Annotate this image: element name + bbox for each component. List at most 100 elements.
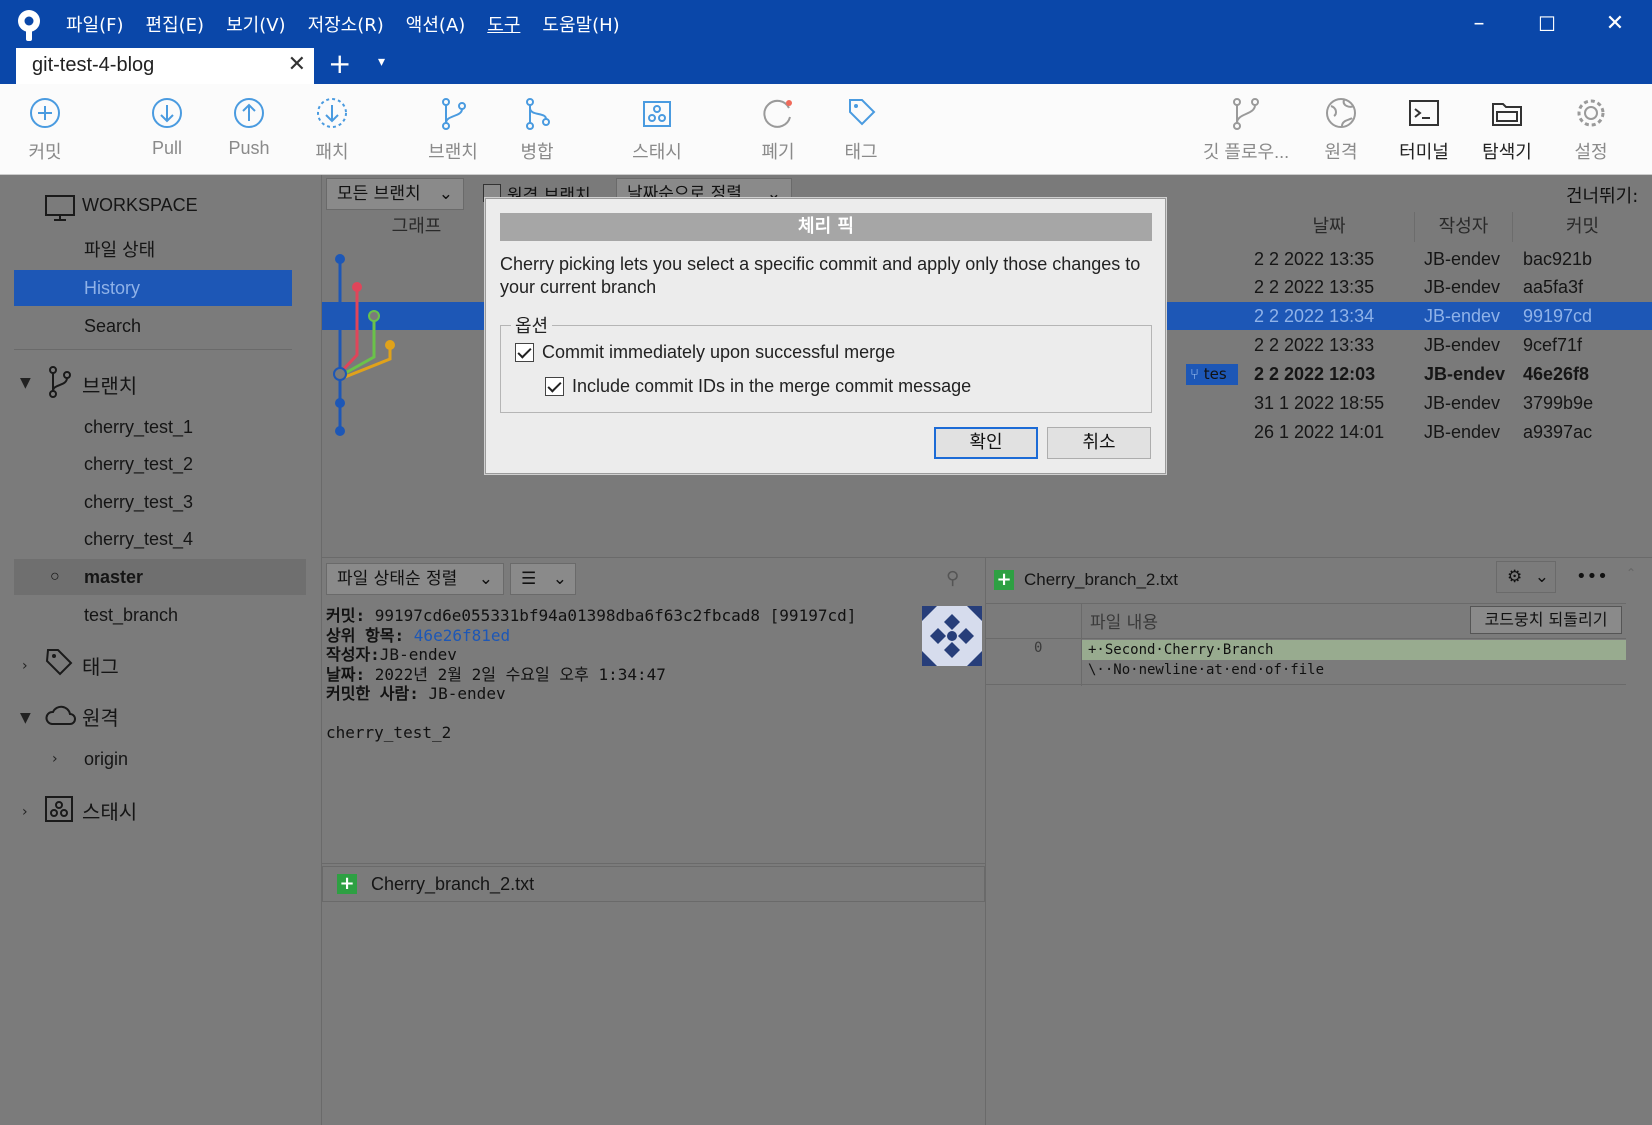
parent-link[interactable]: 46e26f81ed <box>414 626 510 645</box>
push-arrow-up-icon <box>234 98 264 128</box>
terminal-label: 터미널 <box>1399 142 1449 162</box>
commit-node <box>335 426 345 436</box>
commit-hash: aa5fa3f <box>1523 277 1584 297</box>
menu-repository[interactable]: 저장소(R) <box>308 11 384 37</box>
branches-header[interactable]: 브랜치 <box>82 370 137 399</box>
include-commit-ids-checkbox[interactable]: Include commit IDs in the merge commit m… <box>545 376 971 397</box>
hunk: 파일 내용 코드뭉치 되돌리기 0 +·Second·Cherry·Branch… <box>986 603 1626 686</box>
branch-filter-dropdown[interactable]: 모든 브랜치 ⌄ <box>326 178 464 210</box>
diff-added-line: +·Second·Cherry·Branch <box>1082 640 1626 660</box>
sidebar-item-search[interactable]: Search <box>14 308 292 344</box>
branch-item[interactable]: cherry_test_4 <box>14 521 292 557</box>
branch-badge-label: tes <box>1203 365 1227 383</box>
menu-file[interactable]: 파일(F) <box>66 11 124 37</box>
settings-button[interactable]: 설정 <box>1546 94 1636 164</box>
author-avatar <box>922 606 982 666</box>
sidebar-item-history[interactable]: History <box>14 270 292 306</box>
tags-header[interactable]: 태그 <box>82 651 119 680</box>
hunk-header: 파일 내용 <box>1090 613 1158 633</box>
new-tab-button[interactable]: + <box>328 48 351 80</box>
diff-no-newline-line: \··No·newline·at·end·of·file <box>1088 662 1325 678</box>
cherry-pick-dialog: 체리 픽 Cherry picking lets you select a sp… <box>485 198 1166 474</box>
gitflow-button[interactable]: 깃 플로우... <box>1200 94 1292 164</box>
sidebar-item-file-status[interactable]: 파일 상태 <box>14 232 292 268</box>
tags-expand-chevron-icon[interactable]: › <box>22 658 28 674</box>
branch-icon: ⑂ <box>1190 365 1204 383</box>
tag-button[interactable]: 태그 <box>816 94 906 164</box>
branch-item-current[interactable]: ○ master <box>14 559 306 595</box>
dialog-title: 체리 픽 <box>500 213 1152 241</box>
commit-button[interactable]: 커밋 <box>0 94 90 164</box>
branch-item[interactable]: cherry_test_3 <box>14 484 292 520</box>
committer-line: 커밋한 사람: JB-endev <box>326 684 886 704</box>
menu-edit[interactable]: 편집(E) <box>146 11 205 37</box>
changed-file-row[interactable]: + Cherry_branch_2.txt <box>322 866 985 902</box>
push-button[interactable]: Push <box>204 94 294 159</box>
commit-author: JB-endev <box>1424 393 1501 413</box>
remote-button[interactable]: 원격 <box>1296 94 1386 164</box>
globe-icon <box>1326 98 1356 128</box>
stash-icon <box>643 101 671 127</box>
committer-label: 커밋한 사람: <box>326 684 419 703</box>
stash-header[interactable]: 스태시 <box>82 796 137 825</box>
search-icon[interactable]: ⚲ <box>946 568 959 589</box>
tab-close-icon[interactable]: ✕ <box>288 52 306 77</box>
commit-message: cherry_test_2 <box>326 722 452 742</box>
commit-plus-icon <box>30 98 60 128</box>
remote-item-origin[interactable]: origin <box>14 741 292 777</box>
discard-label: 폐기 <box>761 142 795 162</box>
cancel-button[interactable]: 취소 <box>1047 427 1151 459</box>
column-author[interactable]: 작성자 <box>1415 212 1513 242</box>
pull-button[interactable]: Pull <box>122 94 212 159</box>
branch-item[interactable]: test_branch <box>14 597 292 633</box>
remotes-expand-chevron-icon[interactable]: ▼ <box>20 710 31 726</box>
stash-expand-chevron-icon[interactable]: › <box>22 804 28 820</box>
commit-hash: 9cef71f <box>1523 335 1583 355</box>
view-mode-dropdown[interactable]: ☰ ⌄ <box>510 563 576 595</box>
branch-item[interactable]: cherry_test_2 <box>14 446 292 482</box>
menu-help[interactable]: 도움말(H) <box>542 11 619 37</box>
menu-actions[interactable]: 액션(A) <box>406 11 465 37</box>
stash-button[interactable]: 스태시 <box>612 94 702 164</box>
commit-hash: 46e26f8 <box>1523 364 1590 384</box>
repository-tab[interactable]: git-test-4-blog ✕ <box>16 48 314 84</box>
menu-tools[interactable]: 도구 <box>487 11 520 37</box>
added-file-icon: + <box>994 570 1014 590</box>
commit-hash-value: 99197cd6e055331bf94a01398dba6f63c2fbcad8… <box>374 606 857 625</box>
title-bar: 파일(F) 편집(E) 보기(V) 저장소(R) 액션(A) 도구 도움말(H)… <box>0 0 1652 84</box>
commit-immediately-label: Commit immediately upon successful merge <box>542 342 896 362</box>
gear-icon <box>1577 99 1605 127</box>
ok-button[interactable]: 확인 <box>934 427 1038 459</box>
terminal-button[interactable]: 터미널 <box>1379 94 1469 164</box>
explorer-button[interactable]: 탐색기 <box>1462 94 1552 164</box>
diff-options-dropdown[interactable]: ⚙ ⌄ <box>1496 561 1556 593</box>
column-commit[interactable]: 커밋 <box>1513 212 1652 242</box>
remotes-header[interactable]: 원격 <box>82 702 119 731</box>
tab-menu-chevron-icon[interactable]: ▾ <box>378 54 385 70</box>
sourcetree-logo-icon <box>18 10 40 41</box>
revert-hunk-button[interactable]: 코드뭉치 되돌리기 <box>1470 606 1622 634</box>
patch-button[interactable]: 패치 <box>287 94 377 164</box>
file-sort-dropdown[interactable]: 파일 상태순 정렬 ⌄ <box>326 563 504 595</box>
commit-label: 커밋 <box>28 142 62 162</box>
branches-expand-chevron-icon[interactable]: ▼ <box>20 375 31 391</box>
branch-item[interactable]: cherry_test_1 <box>14 409 292 445</box>
menu-view[interactable]: 보기(V) <box>226 11 285 37</box>
scroll-up-icon[interactable]: ⌃ <box>1626 566 1636 580</box>
close-window-button[interactable]: ✕ <box>1598 10 1632 38</box>
branch-button[interactable]: 브랜치 <box>408 94 498 164</box>
commit-immediately-checkbox[interactable]: Commit immediately upon successful merge <box>515 342 895 363</box>
more-options-icon[interactable]: ••• <box>1576 566 1608 587</box>
author-line: 작성자:JB-endev <box>326 645 886 665</box>
committer-value: JB-endev <box>428 684 506 703</box>
maximize-button[interactable]: ☐ <box>1530 10 1564 38</box>
column-date[interactable]: 날짜 <box>1244 212 1415 242</box>
settings-label: 설정 <box>1574 142 1608 162</box>
commit-date: 2 2 2022 13:35 <box>1254 277 1375 297</box>
merge-button[interactable]: 병합 <box>492 94 582 164</box>
column-graph[interactable]: 그래프 <box>322 212 512 242</box>
branch-badge: ⑂ tes <box>1186 364 1238 385</box>
minimize-button[interactable]: – <box>1462 10 1496 38</box>
discard-button[interactable]: 폐기 <box>733 94 823 164</box>
commit-node <box>335 254 345 264</box>
